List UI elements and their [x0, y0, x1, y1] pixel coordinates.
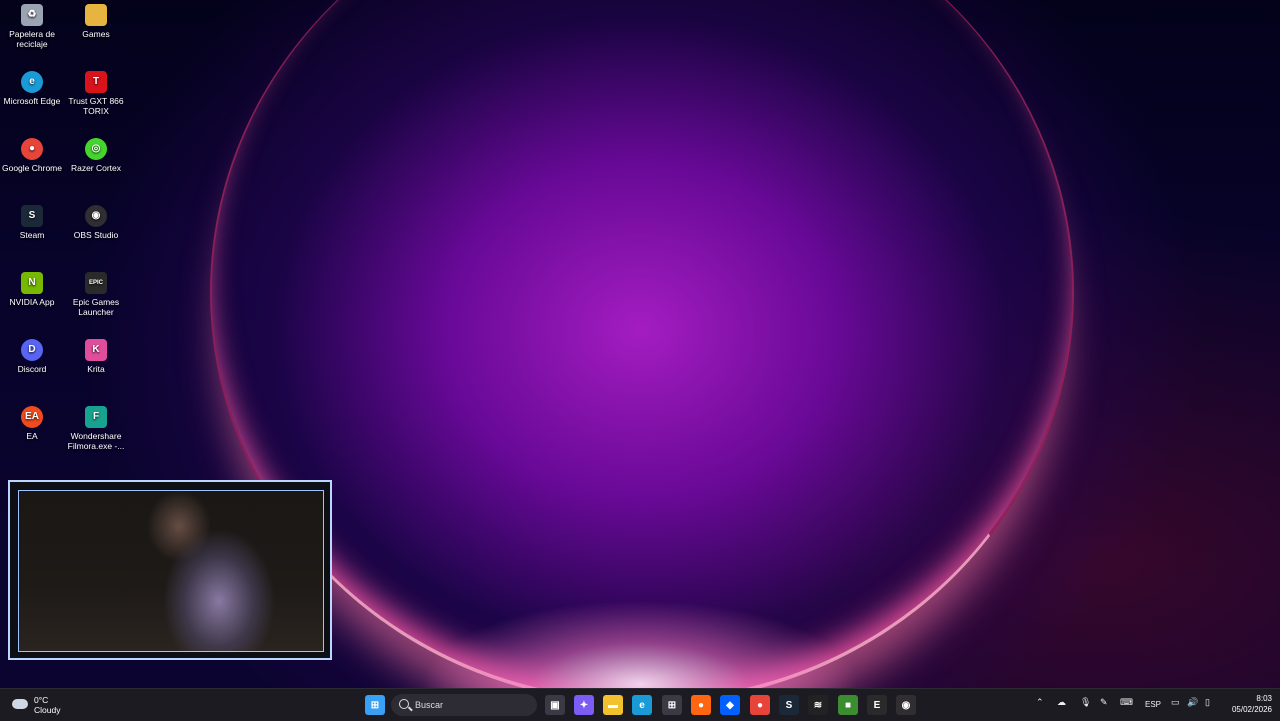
taskbar-firefox[interactable]: ● — [691, 695, 711, 715]
folder-icon — [85, 4, 107, 26]
obs-icon: ◉ — [901, 699, 911, 711]
microphone-icon[interactable]: 🎙 — [1080, 697, 1091, 708]
wallpaper-glow-ring — [210, 0, 1074, 688]
taskbar-task-view[interactable]: ▣ — [545, 695, 565, 715]
desktop-icon-label: Wondershare Filmora.exe -... — [67, 431, 125, 451]
taskbar-chrome[interactable]: ● — [750, 695, 770, 715]
desktop-icon-label: Razer Cortex — [70, 163, 122, 173]
taskbar-dropbox[interactable]: ◆ — [720, 695, 740, 715]
desktop-icon-chrome[interactable]: ● Google Chrome — [0, 134, 64, 173]
desktop-icon-steam[interactable]: S Steam — [0, 201, 64, 240]
weather-widget[interactable]: 0°C Cloudy — [10, 694, 70, 716]
desktop-icon-label: Discord — [17, 364, 47, 374]
language-indicator[interactable]: ESP — [1145, 700, 1161, 709]
discord-icon: D — [21, 339, 43, 361]
ea-icon: EA — [21, 406, 43, 428]
volume-icon[interactable]: 🔊 — [1187, 697, 1198, 708]
edge-icon: e — [639, 699, 645, 711]
desktop-icon-razer[interactable]: ◎ Razer Cortex — [64, 134, 128, 173]
clock-date: 05/02/2026 — [1231, 705, 1272, 714]
desktop-icon-label: EA — [26, 431, 38, 441]
epic-games-icon: EPIC — [85, 272, 107, 294]
desktop-icon-games[interactable]: Games — [64, 0, 128, 39]
desktop-icon-label: Papelera de reciclaje — [9, 29, 55, 49]
keyboard-icon[interactable]: ⌨ — [1120, 697, 1133, 708]
weather-condition: Cloudy — [34, 705, 61, 715]
taskbar-epic[interactable]: E — [867, 695, 887, 715]
desktop-icon-obs[interactable]: ◉ OBS Studio — [64, 201, 128, 240]
network-icon[interactable]: ▭ — [1171, 697, 1180, 708]
desktop-icon-label: Epic Games Launcher — [72, 297, 120, 317]
nvidia-icon: N — [21, 272, 43, 294]
taskbar-minecraft[interactable]: ■ — [838, 695, 858, 715]
copilot-icon: ✦ — [579, 699, 589, 711]
taskbar-razer[interactable]: ≋ — [808, 695, 828, 715]
webcam-feed — [18, 490, 324, 652]
desktop-icon-trust[interactable]: T Trust GXT 866 TORIX — [64, 67, 128, 116]
search-icon — [399, 699, 409, 709]
pen-icon[interactable]: ✎ — [1100, 697, 1108, 708]
chevron-up-icon[interactable]: ⌃ — [1036, 697, 1044, 708]
folder-icon: ▬ — [608, 699, 618, 711]
desktop-icon-label: Games — [82, 29, 110, 39]
clock-time: 8:03 — [1256, 694, 1272, 703]
desktop-icon-filmora[interactable]: F Wondershare Filmora.exe -... — [64, 402, 128, 451]
chrome-icon: ● — [21, 138, 43, 160]
battery-icon[interactable]: ▯ — [1205, 697, 1210, 708]
desktop-icon-label: Google Chrome — [1, 163, 62, 173]
webcam-overlay — [8, 480, 332, 660]
desktop-icon-label: NVIDIA App — [9, 297, 55, 307]
minecraft-icon: ■ — [844, 699, 852, 711]
taskbar-store[interactable]: ⊞ — [662, 695, 682, 715]
desktop-icon-discord[interactable]: D Discord — [0, 335, 64, 374]
desktop-icon-ea[interactable]: EA EA — [0, 402, 64, 441]
taskbar-edge[interactable]: e — [632, 695, 652, 715]
desktop-icon-label: Krita — [87, 364, 105, 374]
taskbar-obs[interactable]: ◉ — [896, 695, 916, 715]
taskbar-file-explorer[interactable]: ▬ — [603, 695, 623, 715]
taskbar-start-button[interactable]: ⊞ — [365, 695, 385, 715]
weather-temp: 0°C — [34, 695, 49, 705]
obs-icon: ◉ — [85, 205, 107, 227]
task-view-icon: ▣ — [550, 699, 560, 711]
search-placeholder: Buscar — [415, 700, 444, 710]
desktop-icon-label: Steam — [19, 230, 45, 240]
desktop-icon-label: Trust GXT 866 TORIX — [68, 96, 124, 116]
wallpaper-glow — [420, 600, 860, 688]
edge-icon: e — [21, 71, 43, 93]
store-icon: ⊞ — [667, 699, 677, 711]
chrome-icon: ● — [756, 699, 764, 711]
desktop-icon-edge[interactable]: e Microsoft Edge — [0, 67, 64, 106]
dropbox-icon: ◆ — [726, 699, 734, 711]
trust-icon: T — [85, 71, 107, 93]
taskbar: 0°C Cloudy ⊞ ▣ ✦ ▬ e ⊞ ● ◆ ● S ≋ ■ E ◉ Buscar ⌃ ☁ 🎙 ✎… — [0, 688, 1280, 721]
razer-icon: ≋ — [813, 699, 823, 711]
desktop-icon-krita[interactable]: K Krita — [64, 335, 128, 374]
steam-icon: S — [785, 699, 793, 711]
desktop-icon-epic[interactable]: EPIC Epic Games Launcher — [64, 268, 128, 317]
taskbar-copilot[interactable]: ✦ — [574, 695, 594, 715]
razer-cortex-icon: ◎ — [85, 138, 107, 160]
desktop-icon-recycle[interactable]: ♻ Papelera de reciclaje — [0, 0, 64, 49]
krita-icon: K — [85, 339, 107, 361]
steam-icon: S — [21, 205, 43, 227]
desktop-icon-nvidia[interactable]: N NVIDIA App — [0, 268, 64, 307]
search-input[interactable]: Buscar — [391, 694, 537, 716]
recycle-bin-icon: ♻ — [21, 4, 43, 26]
desktop-icon-label: Microsoft Edge — [3, 96, 61, 106]
onedrive-icon[interactable]: ☁ — [1057, 697, 1066, 708]
desktop-icon-label: OBS Studio — [73, 230, 119, 240]
cloud-icon — [12, 699, 28, 709]
windows-icon: ⊞ — [370, 699, 380, 711]
epic-games-icon: E — [873, 699, 881, 711]
clock[interactable]: 8:03 05/02/2026 — [1222, 693, 1272, 715]
firefox-icon: ● — [697, 699, 705, 711]
taskbar-steam[interactable]: S — [779, 695, 799, 715]
filmora-icon: F — [85, 406, 107, 428]
